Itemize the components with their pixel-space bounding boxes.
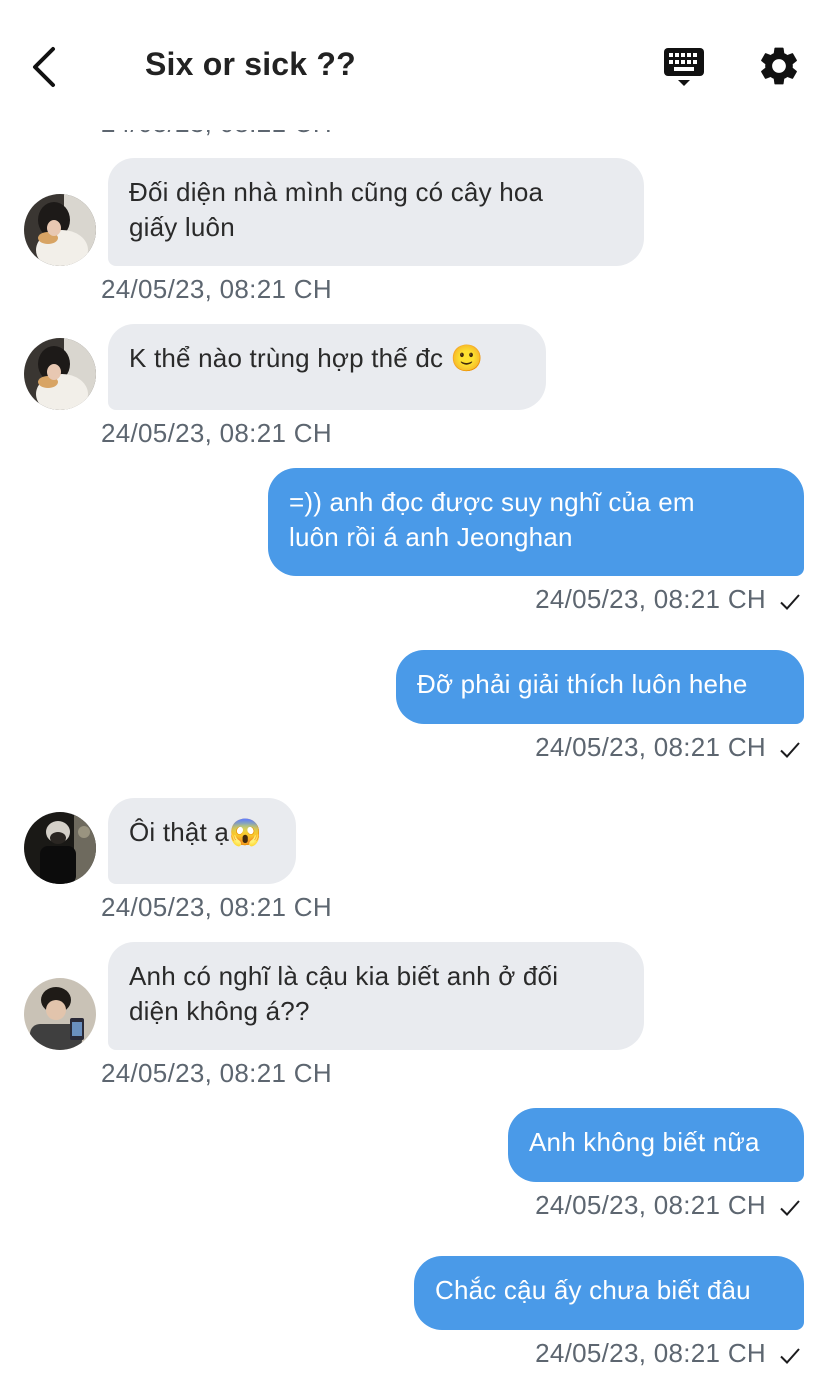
checkmark-icon xyxy=(780,1200,800,1216)
message-bubble-outgoing[interactable]: Đỡ phải giải thích luôn hehe xyxy=(396,650,804,724)
checkmark-icon xyxy=(780,594,800,610)
message-bubble-outgoing[interactable]: Chắc cậu ấy chưa biết đâu xyxy=(414,1256,804,1330)
message-timestamp: 24/05/23, 08:21 CH xyxy=(101,892,332,922)
message-bubble-outgoing[interactable]: =)) anh đọc được suy nghĩ của em luôn rồ… xyxy=(268,468,804,576)
chat-thread[interactable]: 24/05/23, 08:21 CH Đối diện nhà mình cũn… xyxy=(0,0,828,1398)
avatar[interactable] xyxy=(24,338,96,410)
avatar[interactable] xyxy=(24,812,96,884)
message-text-line: giấy luôn xyxy=(129,212,235,242)
message-text-line: Đối diện nhà mình cũng có cây hoa xyxy=(129,177,544,207)
message-bubble-incoming[interactable]: K thể nào trùng hợp thế đc 🙂 xyxy=(108,324,546,410)
message-timestamp: 24/05/23, 08:21 CH xyxy=(535,732,766,762)
chat-header: Six or sick ?? xyxy=(0,0,828,130)
message-text-line: Anh có nghĩ là cậu kia biết anh ở đối xyxy=(129,961,559,991)
message-timestamp: 24/05/23, 08:21 CH xyxy=(101,418,332,448)
message-text-line: Anh không biết nữa xyxy=(529,1127,760,1157)
message-text-line: Chắc cậu ấy chưa biết đâu xyxy=(435,1275,751,1305)
message-text-line: Ôi thật ạ😱 xyxy=(129,817,262,847)
message-text-line: Đỡ phải giải thích luôn hehe xyxy=(417,669,748,699)
message-text-line: =)) anh đọc được suy nghĩ của em xyxy=(289,487,695,517)
message-text-line: diện không á?? xyxy=(129,996,310,1026)
message-bubble-incoming[interactable]: Ôi thật ạ😱 xyxy=(108,798,296,884)
keyboard-icon xyxy=(664,48,704,86)
message-timestamp: 24/05/23, 08:21 CH xyxy=(535,1190,766,1220)
back-button[interactable] xyxy=(22,42,66,92)
checkmark-icon xyxy=(780,742,800,758)
avatar[interactable] xyxy=(24,978,96,1050)
settings-button[interactable] xyxy=(756,43,802,89)
message-timestamp: 24/05/23, 08:21 CH xyxy=(101,1058,332,1088)
gear-icon xyxy=(761,47,797,85)
message-bubble-incoming[interactable]: Anh có nghĩ là cậu kia biết anh ở đối di… xyxy=(108,942,644,1050)
message-timestamp: 24/05/23, 08:21 CH xyxy=(535,1338,766,1368)
page-title: Six or sick ?? xyxy=(145,46,356,82)
checkmark-icon xyxy=(780,1348,800,1364)
message-timestamp: 24/05/23, 08:21 CH xyxy=(101,274,332,304)
message-bubble-incoming[interactable]: Đối diện nhà mình cũng có cây hoa giấy l… xyxy=(108,158,644,266)
message-bubble-outgoing[interactable]: Anh không biết nữa xyxy=(508,1108,804,1182)
message-timestamp: 24/05/23, 08:21 CH xyxy=(535,584,766,614)
message-text-line: K thể nào trùng hợp thế đc 🙂 xyxy=(129,343,484,373)
chevron-left-icon xyxy=(33,47,55,87)
avatar[interactable] xyxy=(24,194,96,266)
keyboard-button[interactable] xyxy=(660,44,708,90)
message-text-line: luôn rồi á anh Jeonghan xyxy=(289,522,573,552)
